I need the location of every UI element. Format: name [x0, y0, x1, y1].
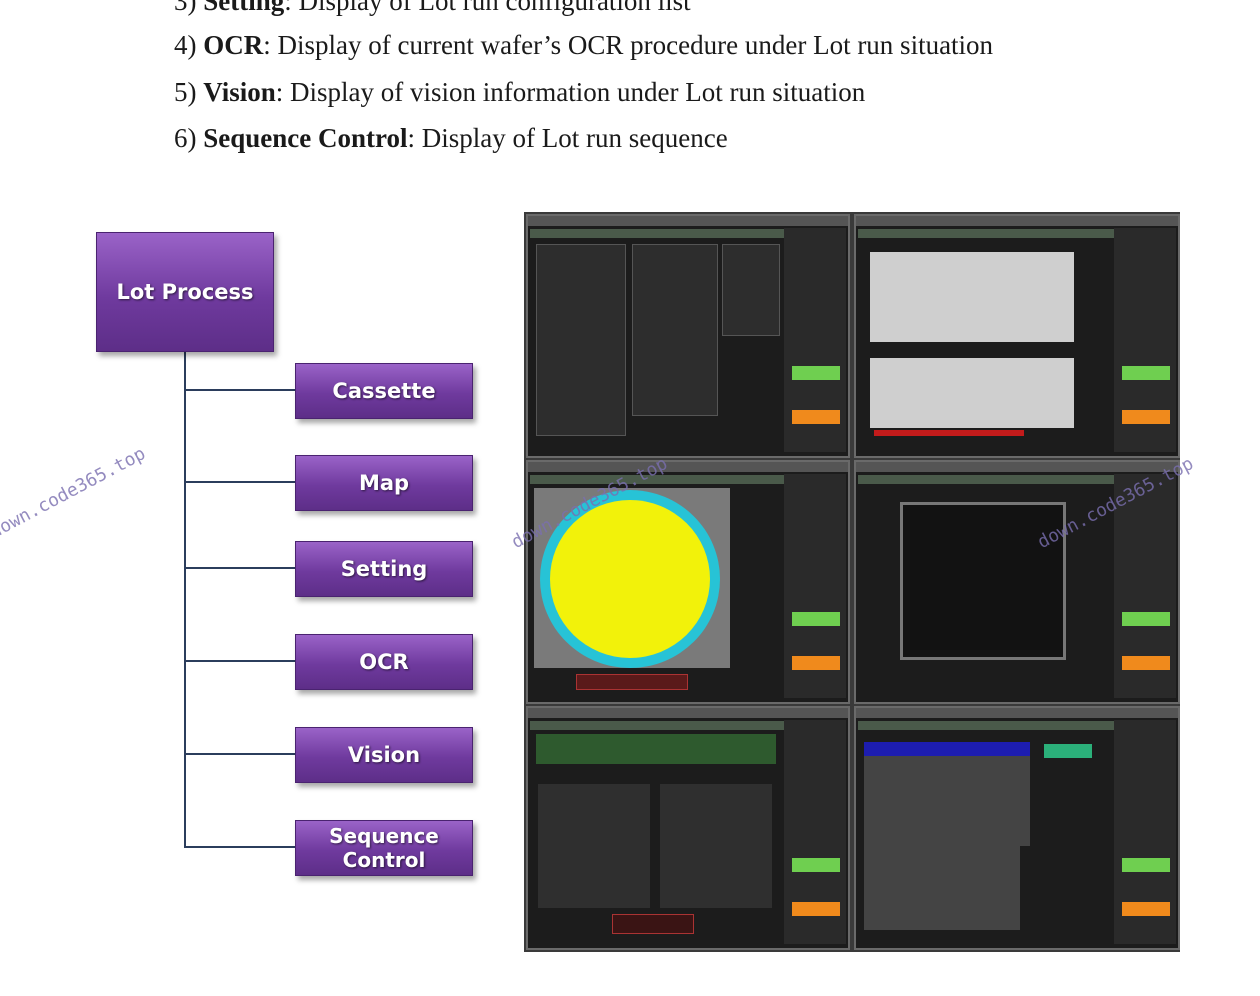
text-line-5: 5) Vision: Display of vision information…	[174, 77, 866, 107]
term-ocr: OCR	[203, 30, 264, 60]
tree-branch-sequence	[184, 846, 296, 848]
box-lot-process: Lot Process	[96, 232, 274, 352]
text-line-6: 6) Sequence Control: Display of Lot run …	[174, 123, 728, 153]
term-sequence-control: Sequence Control	[203, 123, 408, 153]
tree-branch-setting	[184, 567, 296, 569]
tree-branch-map	[184, 481, 296, 483]
text-line-4: 4) OCR: Display of current wafer’s OCR p…	[174, 30, 994, 60]
tree-branch-cassette	[184, 389, 296, 391]
box-setting: Setting	[295, 541, 473, 597]
screenshot-grid	[524, 212, 1180, 952]
screen-lot-list	[854, 214, 1180, 458]
box-vision: Vision	[295, 727, 473, 783]
watermark-left: down.code365.top	[0, 443, 150, 543]
screen-wafer-map	[526, 460, 850, 704]
term-vision: Vision	[203, 77, 276, 107]
screen-vision	[526, 706, 850, 950]
text-line-3: 3) Setting: Display of Lot run configura…	[174, 0, 691, 17]
box-cassette: Cassette	[295, 363, 473, 419]
term-setting: Setting	[203, 0, 285, 16]
tree-branch-vision	[184, 753, 296, 755]
tree-trunk	[184, 352, 186, 848]
tree-branch-ocr	[184, 660, 296, 662]
screen-sequence-control	[854, 706, 1180, 950]
screen-cassette	[526, 214, 850, 458]
box-ocr: OCR	[295, 634, 473, 690]
box-map: Map	[295, 455, 473, 511]
box-sequence-control: Sequence Control	[295, 820, 473, 876]
